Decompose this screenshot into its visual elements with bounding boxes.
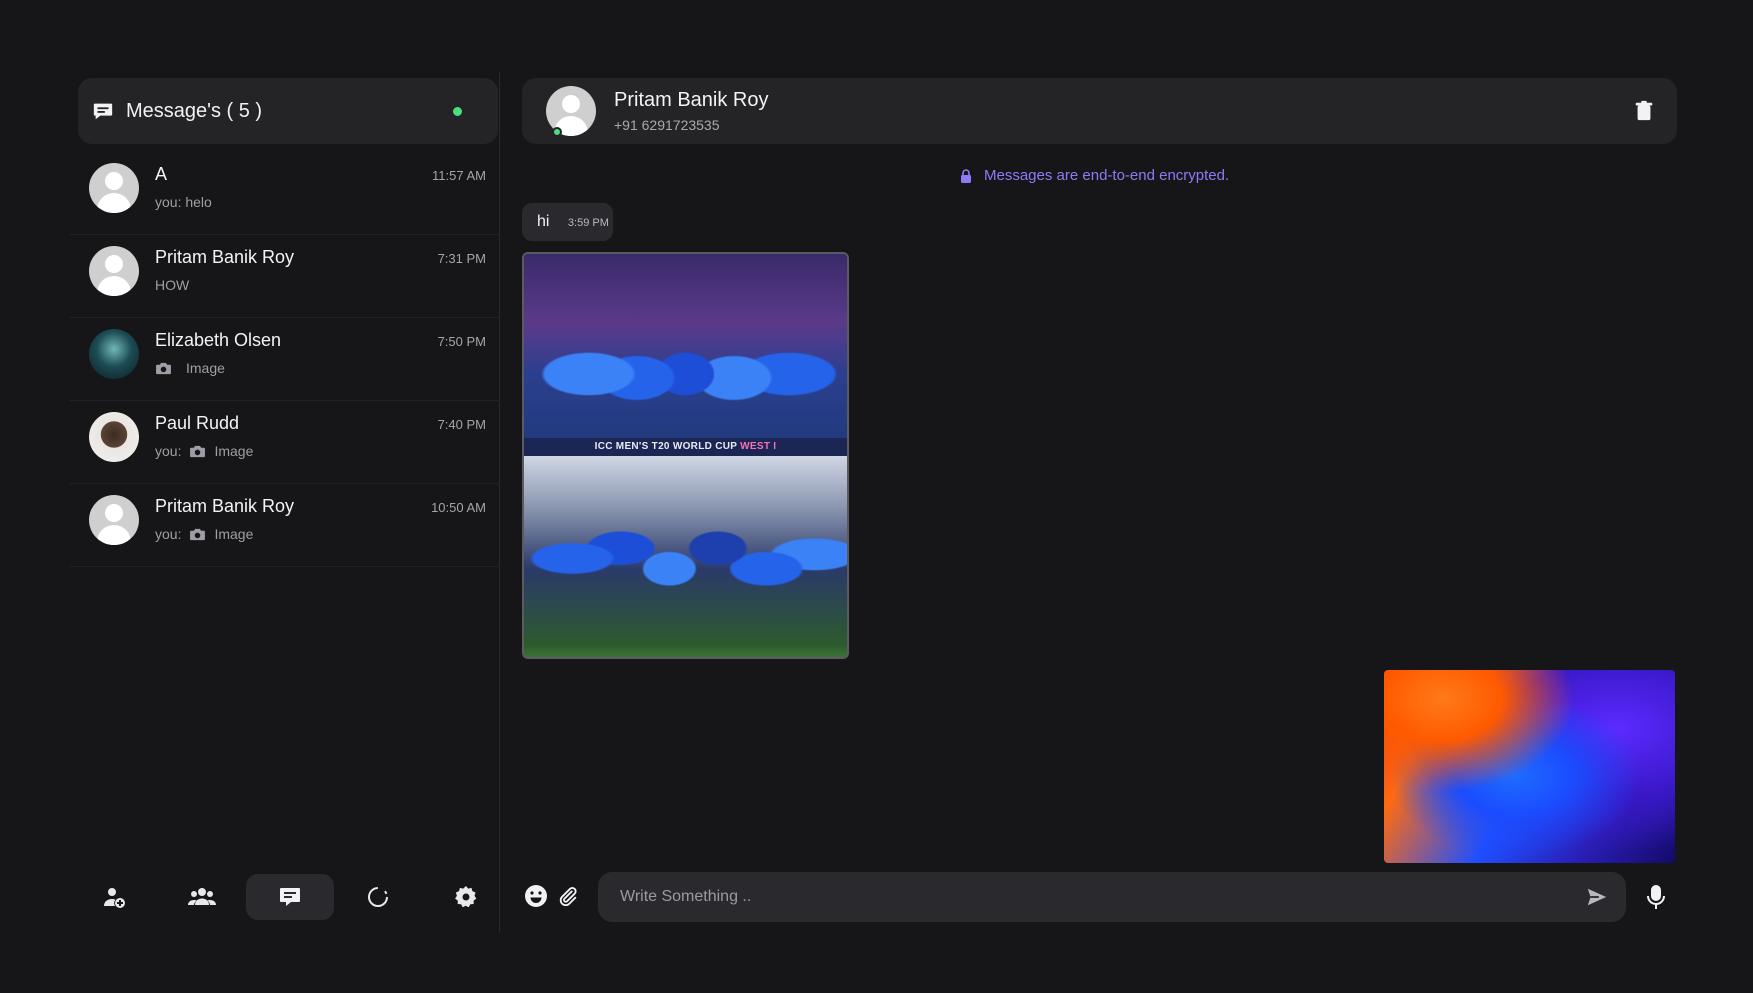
group-icon [188,888,216,905]
chat-time: 7:31 PM [437,251,486,266]
encryption-notice: Messages are end-to-end encrypted. [960,167,1229,184]
chat-preview-text: Image [214,443,254,459]
message-time: 3:59 PM [567,217,609,229]
attachment-icon[interactable] [558,886,578,906]
chat-preview: you: Image [155,526,486,542]
chats-tab-button[interactable] [246,874,334,920]
microphone-icon[interactable] [1646,884,1666,910]
photo-avatar [89,329,139,379]
image-caption: ICC MEN'S T20 WORLD CUP [594,441,738,452]
default-avatar [89,246,139,296]
settings-button[interactable] [422,874,510,920]
messages-header: Message's ( 5 ) [78,78,498,144]
image-message[interactable]: ICC MEN'S T20 WORLD CUP WEST I [522,252,849,659]
chat-list: A 11:57 AM you: helo Pritam Banik Roy 7:… [70,152,500,567]
message-input[interactable] [620,888,1586,906]
chat-time: 7:50 PM [437,334,486,349]
groups-button[interactable] [158,874,246,920]
composer-actions [524,884,578,908]
chat-preview-text: Image [214,526,254,542]
chat-list-item[interactable]: Pritam Banik Roy 7:31 PM HOW [70,235,500,318]
default-avatar [89,495,139,545]
team-celebration-photo-top [524,254,847,454]
chat-name: Pritam Banik Roy [155,496,295,516]
add-user-icon [104,888,125,908]
chat-list-item[interactable]: Pritam Banik Roy 10:50 AM you: Image [70,484,500,567]
chat-preview: Image [155,360,486,376]
settings-icon [455,886,477,908]
image-banner: ICC MEN'S T20 WORLD CUP WEST I [524,438,847,456]
lock-icon [961,168,971,183]
photo-avatar [89,412,139,462]
delete-chat-icon[interactable] [1633,100,1655,122]
chat-sidebar: Message's ( 5 ) A 11:57 AM you: helo Pri… [70,72,500,932]
chat-list-item[interactable]: Elizabeth Olsen 7:50 PM Image [70,318,500,401]
chat-time: 7:40 PM [437,417,486,432]
chat-name: Paul Rudd [155,413,240,433]
chat-preview-text: HOW [155,277,190,293]
video-preview[interactable] [1384,670,1675,863]
chat-preview-text: helo [185,194,212,210]
chat-name: Elizabeth Olsen [155,330,282,350]
emoji-icon[interactable] [524,884,548,908]
chat-time: 11:57 AM [432,168,486,183]
bottom-nav [70,874,500,920]
chat-preview: you: Image [155,443,486,459]
chat-name: Pritam Banik Roy [155,247,295,267]
team-celebration-photo-bottom [524,456,847,657]
camera-icon [190,528,206,540]
chat-name: A [155,164,168,184]
chat-preview-prefix: you: [155,526,182,542]
chat-preview-prefix: you: [155,443,182,459]
message-bubble[interactable]: hi 3:59 PM [522,203,613,241]
chat-preview-text: Image [186,360,225,376]
status-button[interactable] [334,874,422,920]
contact-online-dot [552,127,562,137]
contact-name: Pritam Banik Roy [614,89,769,111]
conversation-header: Pritam Banik Roy +91 6291723535 [522,78,1677,144]
encryption-text: Messages are end-to-end encrypted. [984,167,1230,184]
contact-phone: +91 6291723535 [614,117,720,133]
send-icon[interactable] [1586,886,1608,908]
image-caption-accent: WEST I [740,441,777,452]
camera-icon [190,445,206,457]
chat-time: 10:50 AM [431,500,486,515]
default-avatar [89,163,139,213]
message-text: hi [537,213,550,230]
chat-list-item[interactable]: Paul Rudd 7:40 PM you: Image [70,401,500,484]
chat-preview: you: helo [155,194,486,210]
message-icon [93,103,113,120]
add-contact-button[interactable] [70,874,158,920]
chat-list-item[interactable]: A 11:57 AM you: helo [70,152,500,235]
chat-preview: HOW [155,277,486,293]
message-composer [598,872,1626,922]
messages-title: Message's ( 5 ) [126,99,263,122]
online-status-dot [453,106,462,116]
chat-icon [280,888,300,906]
chat-preview-prefix: you: [155,194,182,210]
camera-icon [156,362,171,374]
status-icon [368,887,388,907]
